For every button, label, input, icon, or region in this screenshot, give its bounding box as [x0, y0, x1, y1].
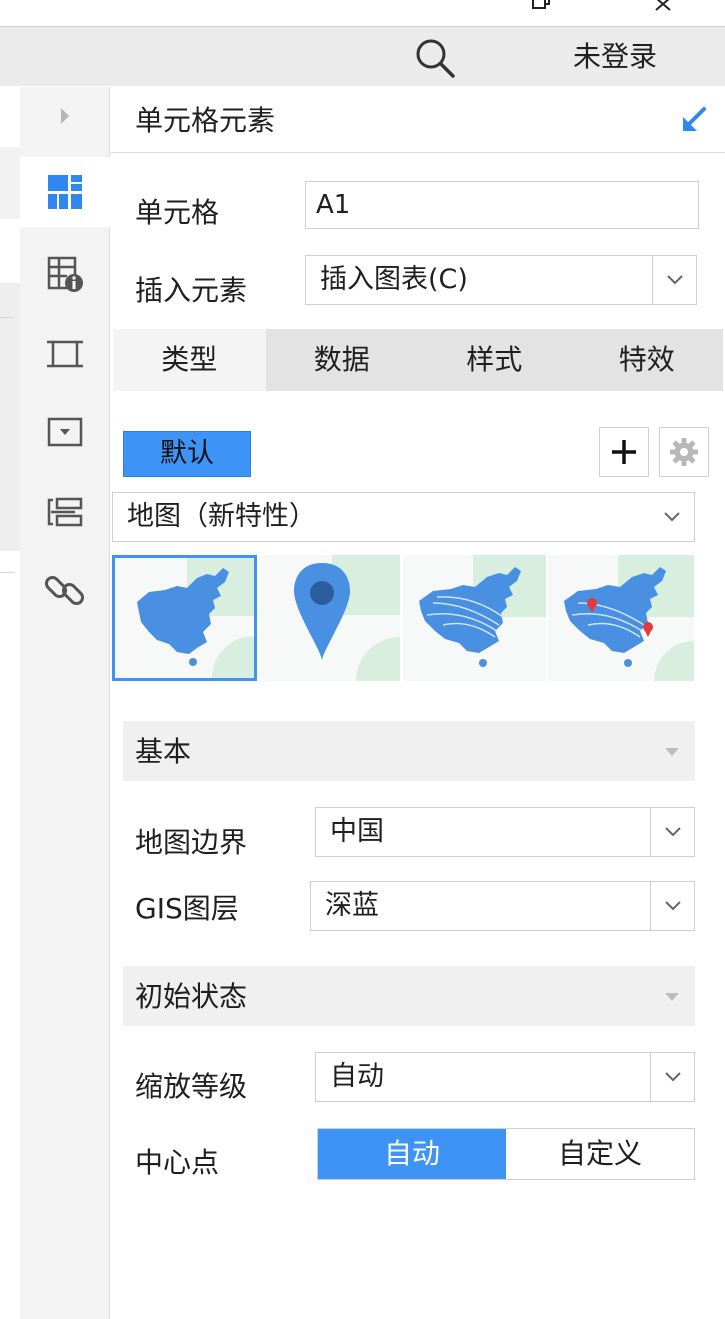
theme-settings-button[interactable]: [659, 427, 709, 477]
tab-data[interactable]: 数据: [266, 329, 419, 391]
center-point-toggle: 自动 自定义: [317, 1128, 695, 1180]
expand-arrow-icon: [61, 108, 69, 124]
panel-header: 单元格元素: [111, 87, 725, 153]
chevron-down-icon: [664, 901, 681, 911]
caret-down-icon: [665, 748, 679, 756]
chevron-down-icon: [666, 275, 683, 285]
caret-down-icon: [665, 993, 679, 1001]
plus-icon: [612, 440, 636, 464]
cell-element-panel: 单元格元素 单元格 插入元素 插入图表(C) 类型 数据 样式 特效 默认: [111, 87, 725, 1319]
gis-layer-select[interactable]: 深蓝: [310, 881, 695, 931]
map-variant-flow-point[interactable]: [548, 555, 694, 681]
insert-element-value: 插入图表(C): [320, 264, 468, 295]
center-point-label: 中心点: [135, 1146, 220, 1179]
editor-edge-scroll: [0, 283, 20, 551]
search-icon: [416, 39, 455, 78]
insert-element-select[interactable]: 插入图表(C): [305, 255, 697, 305]
map-boundary-select[interactable]: 中国: [315, 807, 695, 857]
chart-type-select[interactable]: 地图（新特性）: [112, 492, 695, 542]
gis-layer-value: 深蓝: [325, 890, 379, 921]
map-variant-gallery: [112, 555, 694, 681]
gis-layer-label: GIS图层: [135, 892, 239, 925]
editor-edge-cell: [0, 147, 20, 219]
theme-default-button[interactable]: 默认: [123, 431, 251, 477]
chevron-down-icon: [664, 1072, 681, 1082]
search-button[interactable]: [410, 33, 460, 83]
zoom-level-dropdown[interactable]: [650, 1053, 694, 1101]
border-icon: [47, 340, 83, 368]
sidebar-item-hyperlink[interactable]: [20, 555, 110, 625]
china-area-map-icon: [115, 558, 254, 678]
panel-title: 单元格元素: [135, 104, 276, 137]
center-custom-option[interactable]: 自定义: [506, 1129, 694, 1179]
sidebar-item-cell-element[interactable]: [20, 157, 110, 227]
center-auto-option[interactable]: 自动: [318, 1129, 506, 1179]
top-toolbar: 未登录: [0, 26, 725, 86]
zoom-level-value: 自动: [330, 1061, 384, 1092]
cell-input[interactable]: [305, 181, 699, 229]
sidebar-expand-button[interactable]: [20, 87, 110, 145]
gis-layer-dropdown[interactable]: [650, 882, 694, 930]
add-theme-button[interactable]: [599, 427, 649, 477]
sidebar-item-condition-attribute[interactable]: [20, 477, 110, 547]
cell-element-icon: [48, 175, 82, 209]
section-basic-header[interactable]: 基本: [123, 721, 695, 781]
china-flow-map-icon: [403, 555, 546, 681]
collapse-panel-button[interactable]: [677, 103, 711, 137]
section-initial-state-header[interactable]: 初始状态: [123, 966, 695, 1026]
map-variant-area[interactable]: [112, 555, 257, 681]
editor-edge: [0, 87, 20, 1319]
sidebar-item-border[interactable]: [20, 319, 110, 389]
insert-element-label: 插入元素: [135, 274, 248, 307]
map-variant-point[interactable]: [260, 555, 400, 681]
chart-type-dropdown[interactable]: [650, 493, 694, 541]
close-icon: [655, 0, 671, 11]
cell-attribute-icon: [47, 256, 83, 292]
zoom-level-label: 缩放等级: [135, 1070, 248, 1103]
map-variant-flow[interactable]: [403, 555, 546, 681]
close-window-button[interactable]: [646, 0, 682, 26]
cell-label: 单元格: [135, 196, 220, 229]
gear-icon: [670, 438, 698, 466]
map-boundary-value: 中国: [330, 816, 384, 847]
condition-attribute-icon: [47, 497, 83, 527]
tab-effect[interactable]: 特效: [571, 329, 724, 391]
map-boundary-label: 地图边界: [135, 826, 248, 859]
editor-edge-divider: [0, 572, 14, 573]
restore-window-button[interactable]: [522, 0, 558, 26]
chart-type-value: 地图（新特性）: [127, 501, 316, 532]
sidebar-item-widget[interactable]: [20, 397, 110, 467]
window-titlebar: [0, 0, 725, 26]
editor-edge-divider: [0, 317, 14, 318]
section-basic-title: 基本: [135, 735, 192, 768]
widget-icon: [47, 417, 83, 447]
collapse-arrow-icon: [683, 107, 706, 131]
section-initial-state-title: 初始状态: [135, 980, 248, 1013]
login-link[interactable]: 未登录: [540, 27, 690, 87]
china-flow-point-map-icon: [548, 555, 694, 681]
insert-element-dropdown[interactable]: [652, 256, 696, 304]
tab-type[interactable]: 类型: [113, 329, 266, 391]
chevron-down-icon: [664, 512, 680, 522]
hyperlink-icon: [45, 575, 85, 606]
zoom-level-select[interactable]: 自动: [315, 1052, 695, 1102]
restore-icon: [532, 0, 550, 9]
tab-style[interactable]: 样式: [418, 329, 571, 391]
chevron-down-icon: [664, 827, 681, 837]
sidebar-item-cell-attribute[interactable]: [20, 239, 110, 309]
property-tabs: 类型 数据 样式 特效: [113, 329, 723, 391]
map-marker-icon: [260, 555, 400, 681]
property-sidebar: [20, 87, 110, 1319]
map-boundary-dropdown[interactable]: [650, 808, 694, 856]
